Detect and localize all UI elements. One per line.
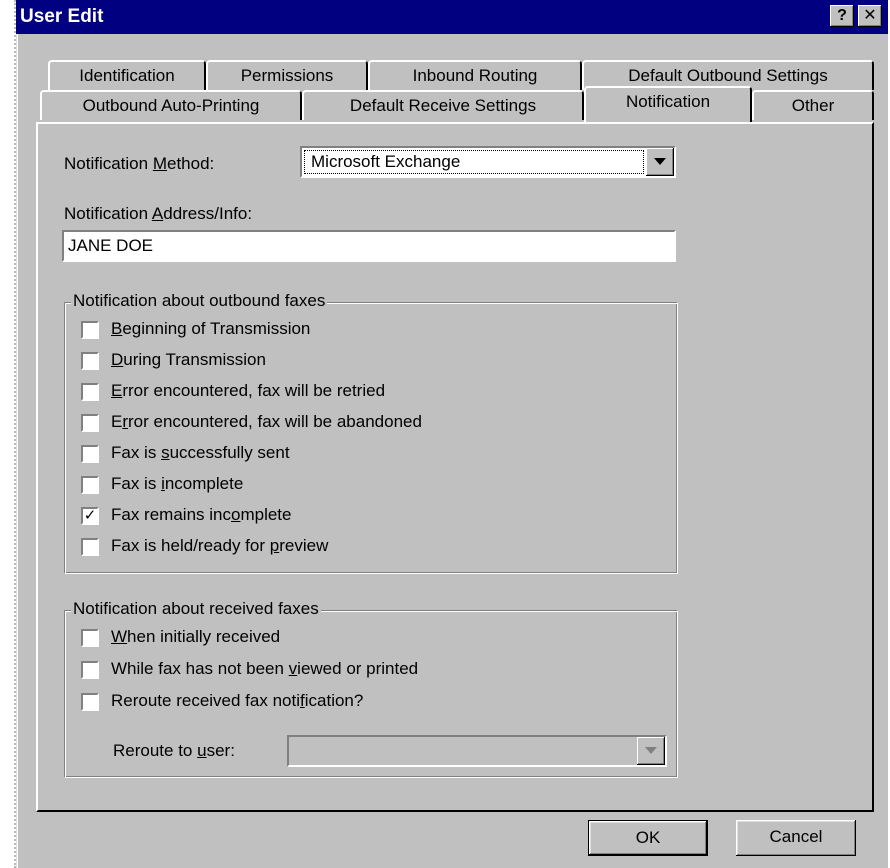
tab-permissions[interactable]: Permissions [206, 60, 368, 90]
checkmark-icon: ✓ [83, 507, 97, 524]
received-checkbox[interactable] [81, 661, 99, 679]
outbound-checkbox-label: Error encountered, fax will be retried [111, 381, 386, 400]
received-checkbox[interactable] [81, 629, 99, 647]
outbound-faxes-group: Notification about outbound faxes Beginn… [64, 291, 678, 574]
outbound-checkbox-label: Beginning of Transmission [111, 319, 311, 338]
outbound-checkbox[interactable] [81, 445, 99, 463]
window-title: User Edit [20, 6, 104, 27]
help-icon: ? [837, 7, 847, 24]
title-bar: User Edit ? ✕ [16, 0, 888, 34]
page-edge [0, 0, 16, 868]
received-faxes-group: Notification about received faxes When i… [64, 599, 678, 778]
outbound-checkbox-label: During Transmission [111, 350, 266, 369]
cancel-button[interactable]: Cancel [736, 820, 856, 856]
chevron-down-icon [645, 747, 657, 754]
outbound-checkbox-label: Fax is successfully sent [111, 443, 290, 462]
notification-panel: Notification Method: Microsoft Exchange … [36, 122, 874, 812]
tab-notification[interactable]: Notification [584, 86, 752, 122]
tab-other[interactable]: Other [752, 90, 874, 120]
received-checkbox-label: While fax has not been viewed or printed [111, 659, 419, 678]
reroute-to-user-label: Reroute to user: [113, 741, 235, 760]
outbound-checkbox[interactable] [81, 383, 99, 401]
notification-address-input[interactable]: JANE DOE [62, 230, 676, 262]
notification-method-label: Notification Method: [64, 154, 215, 173]
reroute-dropdown-button[interactable] [637, 737, 665, 765]
tab-identification[interactable]: Identification [48, 60, 206, 90]
outbound-checkbox[interactable] [81, 538, 99, 556]
reroute-to-user-select[interactable] [287, 735, 667, 767]
outbound-checkbox[interactable] [81, 321, 99, 339]
ok-button[interactable]: OK [588, 820, 708, 856]
notification-method-dropdown-button[interactable] [646, 148, 674, 176]
tab-inbound-routing[interactable]: Inbound Routing [368, 60, 582, 90]
received-checkbox[interactable] [81, 693, 99, 711]
outbound-checkbox-label: Fax is incomplete [111, 474, 244, 493]
notification-address-label: Notification Address/Info: [64, 204, 253, 223]
outbound-checkbox-label: Error encountered, fax will be abandoned [111, 412, 422, 431]
outbound-checkbox[interactable] [81, 352, 99, 370]
close-button[interactable]: ✕ [858, 5, 882, 27]
notification-method-select[interactable]: Microsoft Exchange [300, 146, 676, 178]
received-checkbox-label: When initially received [111, 627, 281, 646]
received-group-title: Notification about received faxes [71, 599, 321, 619]
close-icon: ✕ [863, 7, 877, 24]
outbound-checkbox[interactable]: ✓ [81, 507, 99, 525]
outbound-checkbox[interactable] [81, 476, 99, 494]
notification-method-value: Microsoft Exchange [304, 150, 644, 174]
tab-outbound-auto-printing[interactable]: Outbound Auto-Printing [40, 90, 302, 120]
outbound-checkbox[interactable] [81, 414, 99, 432]
help-button[interactable]: ? [830, 5, 854, 27]
outbound-group-title: Notification about outbound faxes [71, 291, 328, 311]
outbound-checkbox-label: Fax remains incomplete [111, 505, 292, 524]
received-checkbox-label: Reroute received fax notification? [111, 691, 364, 710]
outbound-checkbox-label: Fax is held/ready for preview [111, 536, 329, 555]
user-edit-dialog: User Edit ? ✕ Identification Permissions… [16, 0, 888, 868]
chevron-down-icon [654, 158, 666, 165]
tab-default-receive-settings[interactable]: Default Receive Settings [302, 90, 584, 120]
